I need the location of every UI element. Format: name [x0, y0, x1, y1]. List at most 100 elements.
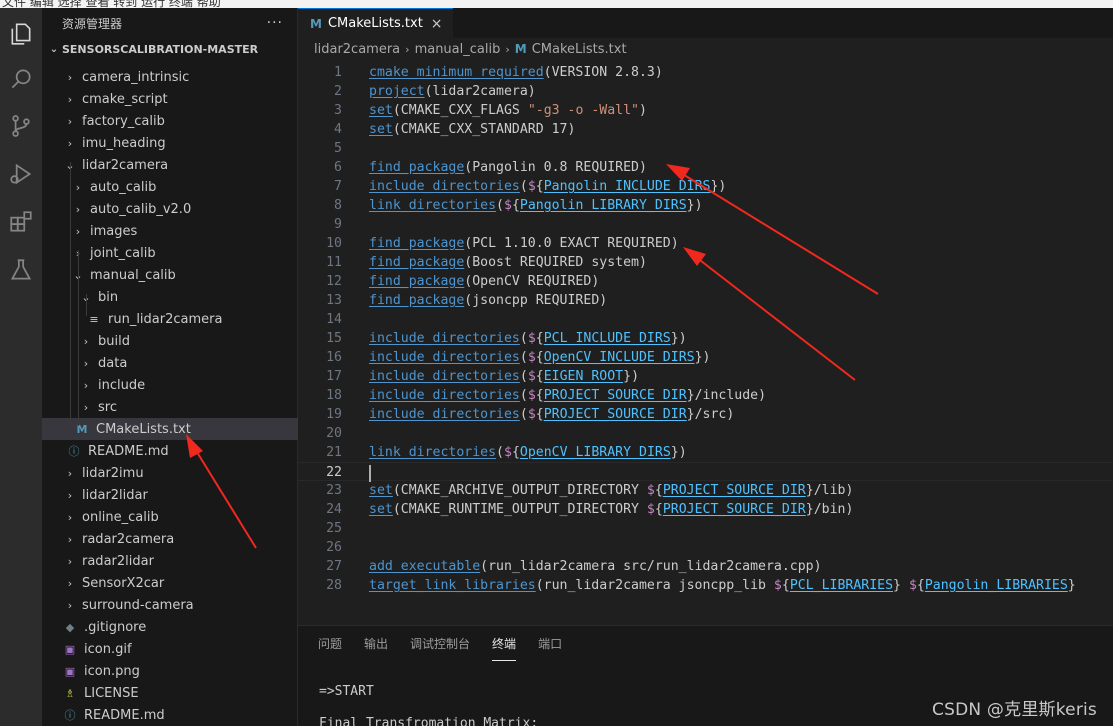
folder-item[interactable]: › imu_heading [42, 132, 298, 154]
file-type-icon: ♗ [65, 686, 75, 700]
file-item[interactable]: M CMakeLists.txt [42, 418, 298, 440]
code-line[interactable]: 21 link_directories(${OpenCV_LIBRARY_DIRS… [298, 443, 1113, 462]
code-line[interactable]: 17 include_directories(${EIGEN_ROOT}) [298, 367, 1113, 386]
tree-item-label: src [98, 399, 117, 415]
code-line[interactable]: 15 include_directories(${PCL_INCLUDE_DIRS… [298, 329, 1113, 348]
panel-tab[interactable]: 终端 [492, 626, 517, 661]
code-line[interactable]: 25 [298, 519, 1113, 538]
indent-guide [70, 162, 71, 426]
testing-icon[interactable] [5, 254, 37, 286]
code-line[interactable]: 10 find_package(PCL 1.10.0 EXACT REQUIRED… [298, 234, 1113, 253]
folder-item[interactable]: › data [42, 352, 298, 374]
terminal-line: Final Transfromation Matrix: [319, 716, 539, 726]
code-line[interactable]: 12 find_package(OpenCV REQUIRED) [298, 272, 1113, 291]
folder-item[interactable]: › factory_calib [42, 110, 298, 132]
file-item[interactable]: ⓘ README.md [42, 440, 298, 462]
explorer-icon[interactable] [5, 18, 37, 50]
code-line[interactable]: 24 set(CMAKE_RUNTIME_OUTPUT_DIRECTORY ${P… [298, 500, 1113, 519]
folder-item[interactable]: › online_calib [42, 506, 298, 528]
code-line[interactable]: 1 cmake_minimum_required(VERSION 2.8.3) [298, 63, 1113, 82]
code-line[interactable]: 11 find_package(Boost REQUIRED system) [298, 253, 1113, 272]
file-item[interactable]: ▣ icon.gif [42, 638, 298, 660]
code-line[interactable]: 4 set(CMAKE_CXX_STANDARD 17) [298, 120, 1113, 139]
file-item[interactable]: ◆ .gitignore [42, 616, 298, 638]
code-line[interactable]: 26 [298, 538, 1113, 557]
code-text: include_directories(${PROJECT_SOURCE_DIR… [369, 388, 767, 403]
code-line[interactable]: 6 find_package(Pangolin 0.8 REQUIRED) [298, 158, 1113, 177]
panel-tab[interactable]: 调试控制台 [410, 626, 470, 661]
close-icon[interactable]: × [431, 16, 443, 32]
folder-item[interactable]: › cmake_script [42, 88, 298, 110]
tab-cmakelists[interactable]: M CMakeLists.txt × [298, 8, 453, 38]
code-line[interactable]: 5 [298, 139, 1113, 158]
tree-item-label: joint_calib [90, 245, 156, 261]
folder-item[interactable]: ⌄bin [42, 286, 298, 308]
code-line[interactable]: 19 include_directories(${PROJECT_SOURCE_D… [298, 405, 1113, 424]
watermark: CSDN @克里斯keris [932, 700, 1097, 720]
panel-tab[interactable]: 输出 [364, 626, 388, 661]
run-debug-icon[interactable] [5, 158, 37, 190]
line-number: 12 [326, 274, 342, 289]
folder-item[interactable]: › radar2lidar [42, 550, 298, 572]
search-icon[interactable] [5, 63, 37, 95]
breadcrumb-item[interactable]: manual_calib [415, 42, 501, 57]
menu-bar[interactable]: 文件 编辑 选择 查看 转到 运行 终端 帮助 [0, 0, 1113, 8]
folder-item[interactable]: › src [42, 396, 298, 418]
folder-item[interactable]: ⌄manual_calib [42, 264, 298, 286]
line-number: 3 [334, 103, 342, 118]
line-number: 5 [334, 141, 342, 156]
line-number: 4 [334, 122, 342, 137]
code-line[interactable]: 3 set(CMAKE_CXX_FLAGS "-g3 -o -Wall") [298, 101, 1113, 120]
folder-item[interactable]: › camera_intrinsic [42, 66, 298, 88]
line-number: 6 [334, 160, 342, 175]
code-line[interactable]: 20 [298, 424, 1113, 443]
breadcrumb-item[interactable]: lidar2camera [314, 42, 400, 57]
more-actions-button[interactable]: ··· [267, 15, 283, 31]
folder-item[interactable]: › SensorX2car [42, 572, 298, 594]
code-line[interactable]: 28 target_link_libraries(run_lidar2camera… [298, 576, 1113, 595]
tree-item-label: auto_calib_v2.0 [90, 201, 192, 217]
tree-item-label: lidar2camera [82, 157, 169, 173]
code-line[interactable]: 23 set(CMAKE_ARCHIVE_OUTPUT_DIRECTORY ${P… [298, 481, 1113, 500]
folder-item[interactable]: ⌄lidar2camera [42, 154, 298, 176]
code-line[interactable]: 16 include_directories(${OpenCV_INCLUDE_D… [298, 348, 1113, 367]
folder-item[interactable]: ›joint_calib [42, 242, 298, 264]
folder-item[interactable]: › images [42, 220, 298, 242]
line-number: 10 [326, 236, 342, 251]
chevron-right-icon: › [67, 92, 73, 106]
extensions-icon[interactable] [5, 206, 37, 238]
folder-item[interactable]: › auto_calib_v2.0 [42, 198, 298, 220]
code-line[interactable]: 8 link_directories(${Pangolin_LIBRARY_DIR… [298, 196, 1113, 215]
code-line[interactable]: 18 include_directories(${PROJECT_SOURCE_D… [298, 386, 1113, 405]
tree-item-label: include [98, 377, 146, 393]
line-number: 25 [326, 521, 342, 536]
folder-item[interactable]: › include [42, 374, 298, 396]
code-line[interactable]: 7 include_directories(${Pangolin_INCLUDE_… [298, 177, 1113, 196]
code-line[interactable]: 14 [298, 310, 1113, 329]
code-line[interactable]: 9 [298, 215, 1113, 234]
panel-tab[interactable]: 问题 [318, 626, 342, 661]
folder-item[interactable]: › radar2camera [42, 528, 298, 550]
tree-item-label: build [98, 333, 130, 349]
file-item[interactable]: ≡ run_lidar2camera [42, 308, 298, 330]
code-line[interactable]: 2 project(lidar2camera) [298, 82, 1113, 101]
code-text: set(CMAKE_CXX_STANDARD 17) [369, 122, 576, 137]
indent-guide [86, 294, 87, 316]
folder-item[interactable]: › build [42, 330, 298, 352]
folder-item[interactable]: › lidar2imu [42, 462, 298, 484]
code-line[interactable]: 13 find_package(jsoncpp REQUIRED) [298, 291, 1113, 310]
file-item[interactable]: ▣ icon.png [42, 660, 298, 682]
folder-item[interactable]: › auto_calib [42, 176, 298, 198]
source-control-icon[interactable] [5, 110, 37, 142]
breadcrumb-item[interactable]: CMakeLists.txt [532, 42, 627, 57]
file-item[interactable]: ♗ LICENSE [42, 682, 298, 704]
code-text: link_directories(${OpenCV_LIBRARY_DIRS}) [369, 445, 687, 460]
folder-item[interactable]: › lidar2lidar [42, 484, 298, 506]
folder-item[interactable]: › surround-camera [42, 594, 298, 616]
code-line[interactable]: 27 add_executable(run_lidar2camera src/ru… [298, 557, 1113, 576]
tree-item-label: auto_calib [90, 179, 157, 195]
code-line[interactable]: 22 [298, 462, 1113, 482]
root-folder[interactable]: ⌄ SENSORSCALIBRATION-MASTER [42, 38, 297, 60]
file-item[interactable]: ⓘ README.md [42, 704, 298, 726]
panel-tab[interactable]: 端口 [538, 626, 562, 661]
